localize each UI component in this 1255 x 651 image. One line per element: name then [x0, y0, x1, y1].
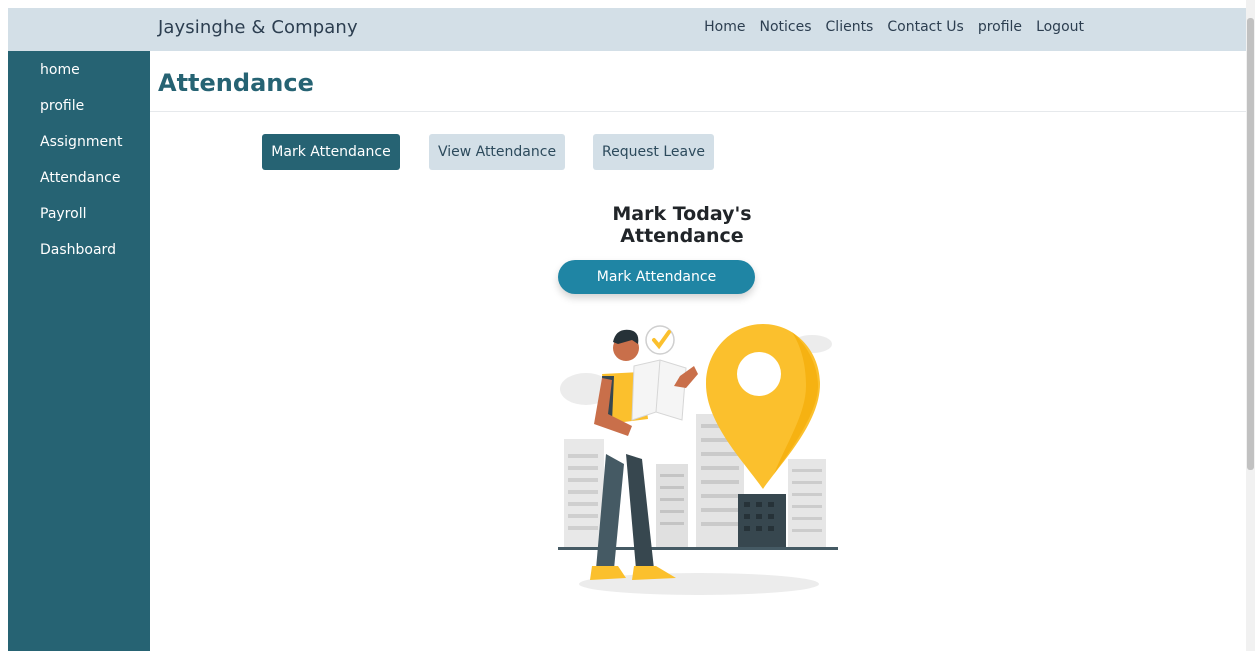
nav-notices-link[interactable]: Notices — [760, 19, 812, 35]
main-content: Attendance Mark Attendance View Attendan… — [150, 51, 1246, 651]
sidebar-item-dashboard[interactable]: Dashboard — [40, 242, 116, 258]
sidebar-item-profile[interactable]: profile — [40, 98, 84, 114]
top-navbar: Jaysinghe & Company Home Notices Clients… — [8, 8, 1246, 51]
sidebar-item-attendance[interactable]: Attendance — [40, 170, 120, 186]
nav-profile-link[interactable]: profile — [978, 19, 1022, 35]
page-title: Attendance — [158, 69, 314, 97]
tab-request-leave[interactable]: Request Leave — [593, 134, 714, 170]
app-frame: Jaysinghe & Company Home Notices Clients… — [8, 8, 1246, 651]
scrollbar-thumb[interactable] — [1247, 18, 1254, 470]
sidebar-item-home[interactable]: home — [40, 62, 80, 78]
brand-name[interactable]: Jaysinghe & Company — [158, 17, 358, 38]
nav-logout-link[interactable]: Logout — [1036, 19, 1084, 35]
section-title: Mark Today's Attendance — [612, 203, 752, 247]
location-illustration — [558, 324, 838, 595]
page-scrollbar[interactable] — [1246, 0, 1255, 651]
nav-clients-link[interactable]: Clients — [826, 19, 874, 35]
nav-home-link[interactable]: Home — [704, 19, 745, 35]
sidebar-item-assignment[interactable]: Assignment — [40, 134, 122, 150]
sidebar-item-payroll[interactable]: Payroll — [40, 206, 86, 222]
top-nav-links: Home Notices Clients Contact Us profile … — [704, 19, 1084, 35]
tab-mark-attendance[interactable]: Mark Attendance — [262, 134, 400, 170]
sidebar: home profile Assignment Attendance Payro… — [8, 51, 150, 651]
mark-attendance-button[interactable]: Mark Attendance — [558, 260, 755, 294]
header-divider — [150, 111, 1246, 112]
nav-contact-link[interactable]: Contact Us — [887, 19, 963, 35]
tab-view-attendance[interactable]: View Attendance — [429, 134, 565, 170]
